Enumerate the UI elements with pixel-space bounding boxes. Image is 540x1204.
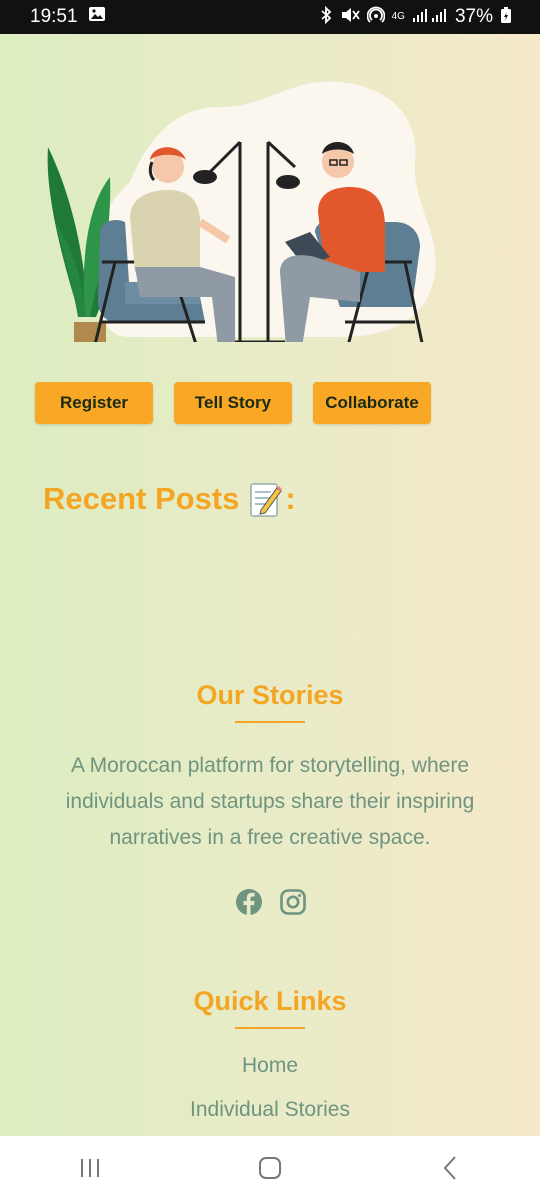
- recents-button[interactable]: [60, 1150, 120, 1190]
- page-content[interactable]: Register Tell Story Collaborate Recent P…: [0, 34, 540, 1136]
- home-button[interactable]: [240, 1150, 300, 1190]
- system-nav-bar: [0, 1136, 540, 1204]
- mute-icon: [340, 6, 360, 29]
- stories-underline: [235, 721, 305, 723]
- status-time: 19:51: [30, 6, 78, 27]
- quick-link-home[interactable]: Home: [0, 1054, 540, 1078]
- action-buttons: Register Tell Story Collaborate: [35, 382, 431, 424]
- recent-posts-suffix: :: [285, 481, 296, 516]
- register-button[interactable]: Register: [35, 382, 153, 424]
- social-links: [235, 888, 307, 921]
- recents-icon: [78, 1157, 102, 1184]
- about-text: A Moroccan platform for storytelling, wh…: [65, 754, 475, 849]
- hotspot-icon: [366, 6, 386, 29]
- quick-links-title: Quick Links: [193, 986, 347, 1016]
- podcast-illustration: [47, 81, 436, 342]
- facebook-icon[interactable]: [235, 888, 263, 921]
- bluetooth-icon: [319, 5, 333, 29]
- status-bar: 19:51 4G 37%: [0, 0, 540, 34]
- gallery-icon: [88, 6, 106, 28]
- signal-icon: [412, 7, 448, 28]
- battery-level: 37%: [454, 6, 493, 27]
- back-icon: [442, 1155, 458, 1186]
- collaborate-button[interactable]: Collaborate: [313, 382, 431, 424]
- back-button[interactable]: [420, 1150, 480, 1190]
- memo-icon: [249, 480, 283, 518]
- tell-story-button[interactable]: Tell Story: [174, 382, 292, 424]
- our-stories-title: Our Stories: [196, 680, 344, 710]
- instagram-icon[interactable]: [279, 888, 307, 921]
- network-type: 4G: [391, 11, 405, 22]
- recent-posts-title: Recent Posts: [43, 481, 240, 516]
- recent-posts-heading: Recent Posts :: [43, 480, 296, 518]
- home-icon: [258, 1156, 282, 1185]
- quick-link-individual-stories[interactable]: Individual Stories: [0, 1098, 540, 1122]
- battery-icon: [500, 6, 512, 29]
- links-underline: [235, 1027, 305, 1029]
